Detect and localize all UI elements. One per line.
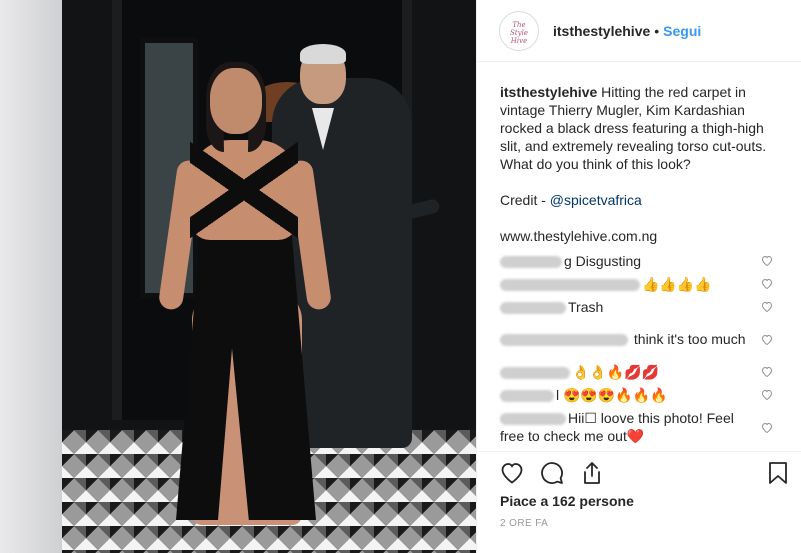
comment-icon[interactable]: [539, 460, 565, 486]
heart-icon[interactable]: [760, 277, 774, 291]
post-timestamp[interactable]: 2 ORE FA: [500, 518, 548, 529]
comment-item: 👌👌🔥💋💋: [500, 360, 780, 383]
comment-item: 👍👍👍👍: [500, 272, 780, 295]
comment-text: g Disgusting: [564, 252, 642, 269]
blurred-username[interactable]: [500, 389, 554, 402]
post-caption: itsthestylehive Hitting the red carpet i…: [500, 83, 780, 245]
comment-text: Trash: [568, 298, 604, 315]
comment-item: Trash: [500, 295, 780, 318]
blurred-username[interactable]: [500, 334, 628, 347]
blurred-username[interactable]: [500, 413, 566, 426]
comment-text: 👍👍👍👍: [642, 275, 712, 292]
action-icons: [499, 460, 605, 486]
post-side-panel: The Style Hive itsthestylehive • Segui i…: [476, 0, 801, 553]
follow-button[interactable]: Segui: [663, 23, 701, 39]
comment-text: 👌👌🔥💋💋: [572, 363, 660, 380]
caption-username[interactable]: itsthestylehive: [500, 84, 597, 100]
woman-head: [210, 68, 262, 134]
blurred-username[interactable]: [500, 255, 562, 268]
comment-item: l 😍😍😍🔥🔥🔥: [500, 383, 780, 406]
dress-straps: [190, 140, 298, 240]
separator-dot: •: [654, 22, 660, 39]
wall: [0, 0, 62, 553]
heart-icon[interactable]: [760, 365, 774, 379]
blurred-username[interactable]: [500, 366, 570, 379]
username-link[interactable]: itsthestylehive: [553, 23, 650, 39]
comment-text: think it's too much: [630, 331, 746, 347]
comment-item: Hii☐ loove this photo! Feel free to chec…: [500, 406, 780, 448]
comment-item: g Disgusting: [500, 249, 780, 272]
avatar-logo: The Style Hive: [510, 20, 528, 45]
credit-prefix: Credit -: [500, 192, 550, 208]
comment-text: l 😍😍😍🔥🔥🔥: [556, 386, 668, 403]
bookmark-icon[interactable]: [765, 460, 791, 486]
avatar[interactable]: The Style Hive: [499, 10, 539, 51]
likes-count[interactable]: Piace a 162 persone: [500, 493, 634, 509]
heart-icon[interactable]: [760, 254, 774, 268]
post-photo[interactable]: [0, 0, 476, 553]
heart-icon[interactable]: [499, 460, 525, 486]
comments-section[interactable]: itsthestylehive Hitting the red carpet i…: [477, 63, 801, 451]
man-hair: [300, 44, 346, 64]
heart-icon[interactable]: [760, 388, 774, 402]
credit-handle-link[interactable]: @spicetvafrica: [550, 192, 642, 208]
post-header: The Style Hive itsthestylehive • Segui: [477, 0, 801, 62]
heart-icon[interactable]: [760, 332, 774, 346]
share-icon[interactable]: [579, 460, 605, 486]
heart-icon[interactable]: [760, 420, 774, 434]
comment-item: think it's too much: [500, 318, 780, 360]
heart-icon[interactable]: [760, 300, 774, 314]
post-actions: Piace a 162 persone 2 ORE FA: [477, 451, 801, 553]
blurred-username[interactable]: [500, 301, 566, 314]
website-text: www.thestylehive.com.ng: [500, 228, 658, 244]
blurred-username[interactable]: [500, 278, 640, 291]
